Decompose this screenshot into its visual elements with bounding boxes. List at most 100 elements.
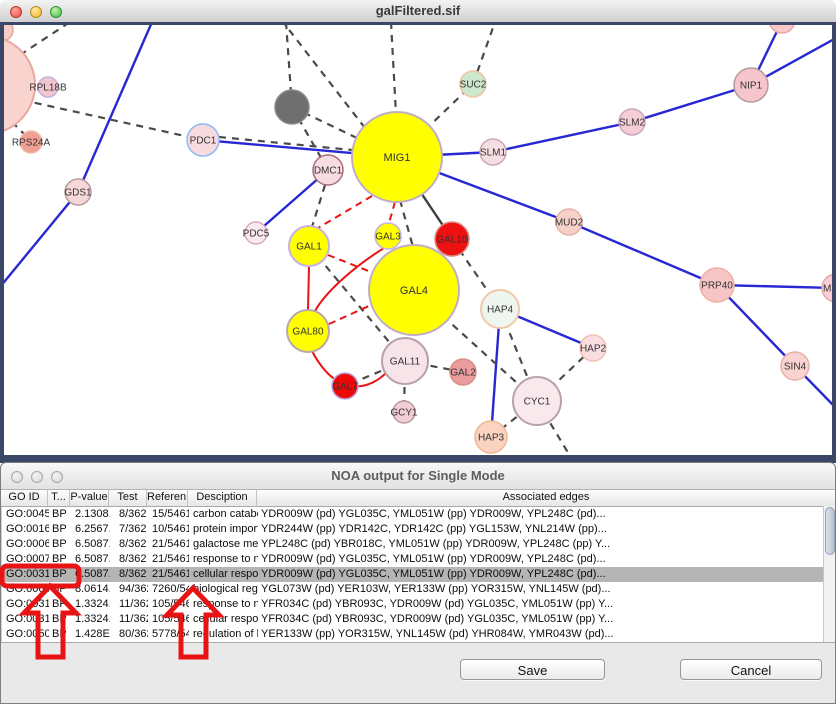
node-circle[interactable] — [275, 90, 309, 124]
node-label: GAL11 — [390, 357, 421, 368]
node-PDC1[interactable]: PDC1 — [187, 124, 219, 156]
column-header-test[interactable]: Test — [109, 490, 147, 506]
node-HAP4[interactable]: HAP4 — [481, 290, 519, 328]
node-CYC1[interactable]: CYC1 — [513, 377, 561, 425]
table-cell: 6.5087... — [71, 537, 110, 552]
table-cell: 11/362 — [110, 612, 148, 627]
node-MIG1[interactable]: MIG1 — [352, 112, 442, 202]
table-cell: YDR009W (pd) YGL035C, YML051W (pp) YDR00… — [258, 507, 835, 522]
node-PRP40[interactable]: PRP40 — [700, 268, 734, 302]
node-label: RPL18B — [29, 83, 67, 94]
node-label: HAP2 — [580, 344, 607, 355]
save-button[interactable]: Save — [460, 659, 605, 680]
node-gray-node[interactable] — [275, 90, 309, 124]
node-label: NIP1 — [740, 81, 763, 92]
node-label: MSL5 — [823, 284, 832, 295]
table-row[interactable]: GO:0031...BP6.5087...8/36221/54615cellul… — [2, 567, 835, 582]
node-label: HAP3 — [478, 433, 505, 444]
node-GAL80[interactable]: GAL80 — [287, 310, 329, 352]
node-GAL4[interactable]: GAL4 — [369, 245, 459, 335]
network-window-titlebar[interactable]: galFiltered.sif — [0, 0, 836, 23]
noa-window-titlebar[interactable]: NOA output for Single Mode — [1, 463, 835, 490]
node-circle[interactable] — [769, 25, 795, 33]
edge-blue — [632, 85, 751, 122]
table-cell: 105/546... — [148, 597, 189, 612]
noa-output-window: NOA output for Single Mode GO IDT...P-va… — [0, 462, 836, 704]
edge-blue — [569, 222, 717, 285]
edge-reddash — [318, 196, 372, 228]
node-label: GAL7 — [332, 382, 358, 393]
table-cell: 1.3324... — [71, 612, 110, 627]
node-NIP1[interactable]: NIP1 — [734, 68, 768, 102]
node-SIN4[interactable]: SIN4 — [781, 352, 809, 380]
node-GAL11[interactable]: GAL11 — [382, 338, 428, 384]
network-view-frame: RPL18B RPS24A GDS1 PDC1 DMC1 MIG1 SUC2 SLM1 SLM2… — [0, 22, 836, 463]
column-header-go-id[interactable]: GO ID — [1, 490, 48, 506]
node-MUD2[interactable]: MUD2 — [555, 209, 584, 235]
node-HAP2[interactable]: HAP2 — [580, 335, 607, 361]
column-header-associated-edges[interactable]: Associated edges — [257, 490, 835, 506]
table-row[interactable]: GO:0031...BP1.3324...11/362105/546...res… — [2, 597, 835, 612]
node-GAL1[interactable]: GAL1 — [289, 226, 329, 266]
table-header-row[interactable]: GO IDT...P-valueTestReferen...Desciption… — [1, 490, 835, 507]
node-HAP3[interactable]: HAP3 — [475, 421, 507, 453]
table-cell: 7/362 — [110, 522, 148, 537]
vertical-scrollbar[interactable] — [823, 506, 835, 642]
node-GAL10[interactable]: GAL10 — [435, 222, 469, 256]
table-cell: 21/54615 — [148, 552, 189, 567]
edge-dash — [400, 200, 413, 247]
table-cell: GO:0031... — [2, 597, 49, 612]
node-circle[interactable] — [4, 25, 13, 41]
column-header-p-value[interactable]: P-value — [70, 490, 109, 506]
table-cell: BP — [49, 567, 71, 582]
table-cell: BP — [49, 522, 71, 537]
column-header-t-[interactable]: T... — [48, 490, 70, 506]
table-cell: GO:0050... — [2, 627, 49, 642]
table-cell: GO:0006... — [2, 537, 49, 552]
node-MSL5[interactable]: MSL5 — [822, 274, 832, 302]
node-corner-pink[interactable] — [4, 25, 13, 41]
table-row[interactable]: GO:0050...BP1.428E...80/3625778/54...reg… — [2, 627, 835, 642]
table-cell: YPL248C (pd) YBR018C, YML051W (pp) YDR00… — [258, 537, 835, 552]
node-DMC1[interactable]: DMC1 — [313, 155, 343, 185]
table-row[interactable]: GO:0031...BP1.3324...11/362105/546...cel… — [2, 612, 835, 627]
table-row[interactable]: GO:0007...BP6.5087...8/36221/54615respon… — [2, 552, 835, 567]
node-GAL2[interactable]: GAL2 — [450, 359, 476, 385]
table-cell: 1.3324... — [71, 597, 110, 612]
column-header-desciption[interactable]: Desciption — [188, 490, 257, 506]
node-RPS24A[interactable]: RPS24A — [12, 131, 51, 153]
node-label: SLM1 — [480, 148, 507, 159]
node-label: PDC5 — [243, 229, 270, 240]
table-cell: GO:0031... — [2, 612, 49, 627]
node-SUC2[interactable]: SUC2 — [460, 71, 487, 97]
network-window-title: galFiltered.sif — [0, 0, 836, 22]
column-header-referen-[interactable]: Referen... — [147, 490, 188, 506]
network-view[interactable]: RPL18B RPS24A GDS1 PDC1 DMC1 MIG1 SUC2 SLM1 SLM2… — [4, 25, 832, 455]
edge-reddash — [389, 202, 395, 223]
table-cell: YDR009W (pd) YGL035C, YML051W (pp) YDR00… — [258, 552, 835, 567]
table-cell: YDR244W (pp) YDR142C, YDR142C (pp) YGL15… — [258, 522, 835, 537]
node-label: PDC1 — [190, 136, 217, 147]
node-label: RPS24A — [12, 138, 51, 149]
node-GDS1[interactable]: GDS1 — [64, 179, 92, 205]
table-row[interactable]: GO:0065...BP8.0614...94/3627260/54...bio… — [2, 582, 835, 597]
edge-blue — [78, 25, 152, 192]
table-row[interactable]: GO:0016...BP6.2567...7/36210/54615protei… — [2, 522, 835, 537]
node-SLM2[interactable]: SLM2 — [619, 109, 646, 135]
scrollbar-thumb[interactable] — [825, 507, 835, 555]
table-cell: 8.0614... — [71, 582, 110, 597]
node-SLM1[interactable]: SLM1 — [480, 139, 507, 165]
node-label: GCY1 — [390, 408, 418, 419]
results-table: GO IDT...P-valueTestReferen...Desciption… — [1, 490, 835, 642]
node-top-pink[interactable] — [769, 25, 795, 33]
network-window: galFiltered.sif RPL18B RPS24A GDS1 PDC1 DMC1… — [0, 0, 836, 463]
edge-red — [308, 266, 309, 310]
table-row[interactable]: GO:0045...BP2.1308...8/36215/54615carbon… — [2, 507, 835, 522]
table-cell: GO:0007... — [2, 552, 49, 567]
table-row[interactable]: GO:0006...BP6.5087...8/36221/54615galact… — [2, 537, 835, 552]
node-GCY1[interactable]: GCY1 — [390, 401, 418, 423]
table-cell: BP — [49, 597, 71, 612]
cancel-button[interactable]: Cancel — [680, 659, 822, 680]
node-GAL7[interactable]: GAL7 — [332, 373, 358, 399]
node-GAL3[interactable]: GAL3 — [375, 223, 401, 249]
